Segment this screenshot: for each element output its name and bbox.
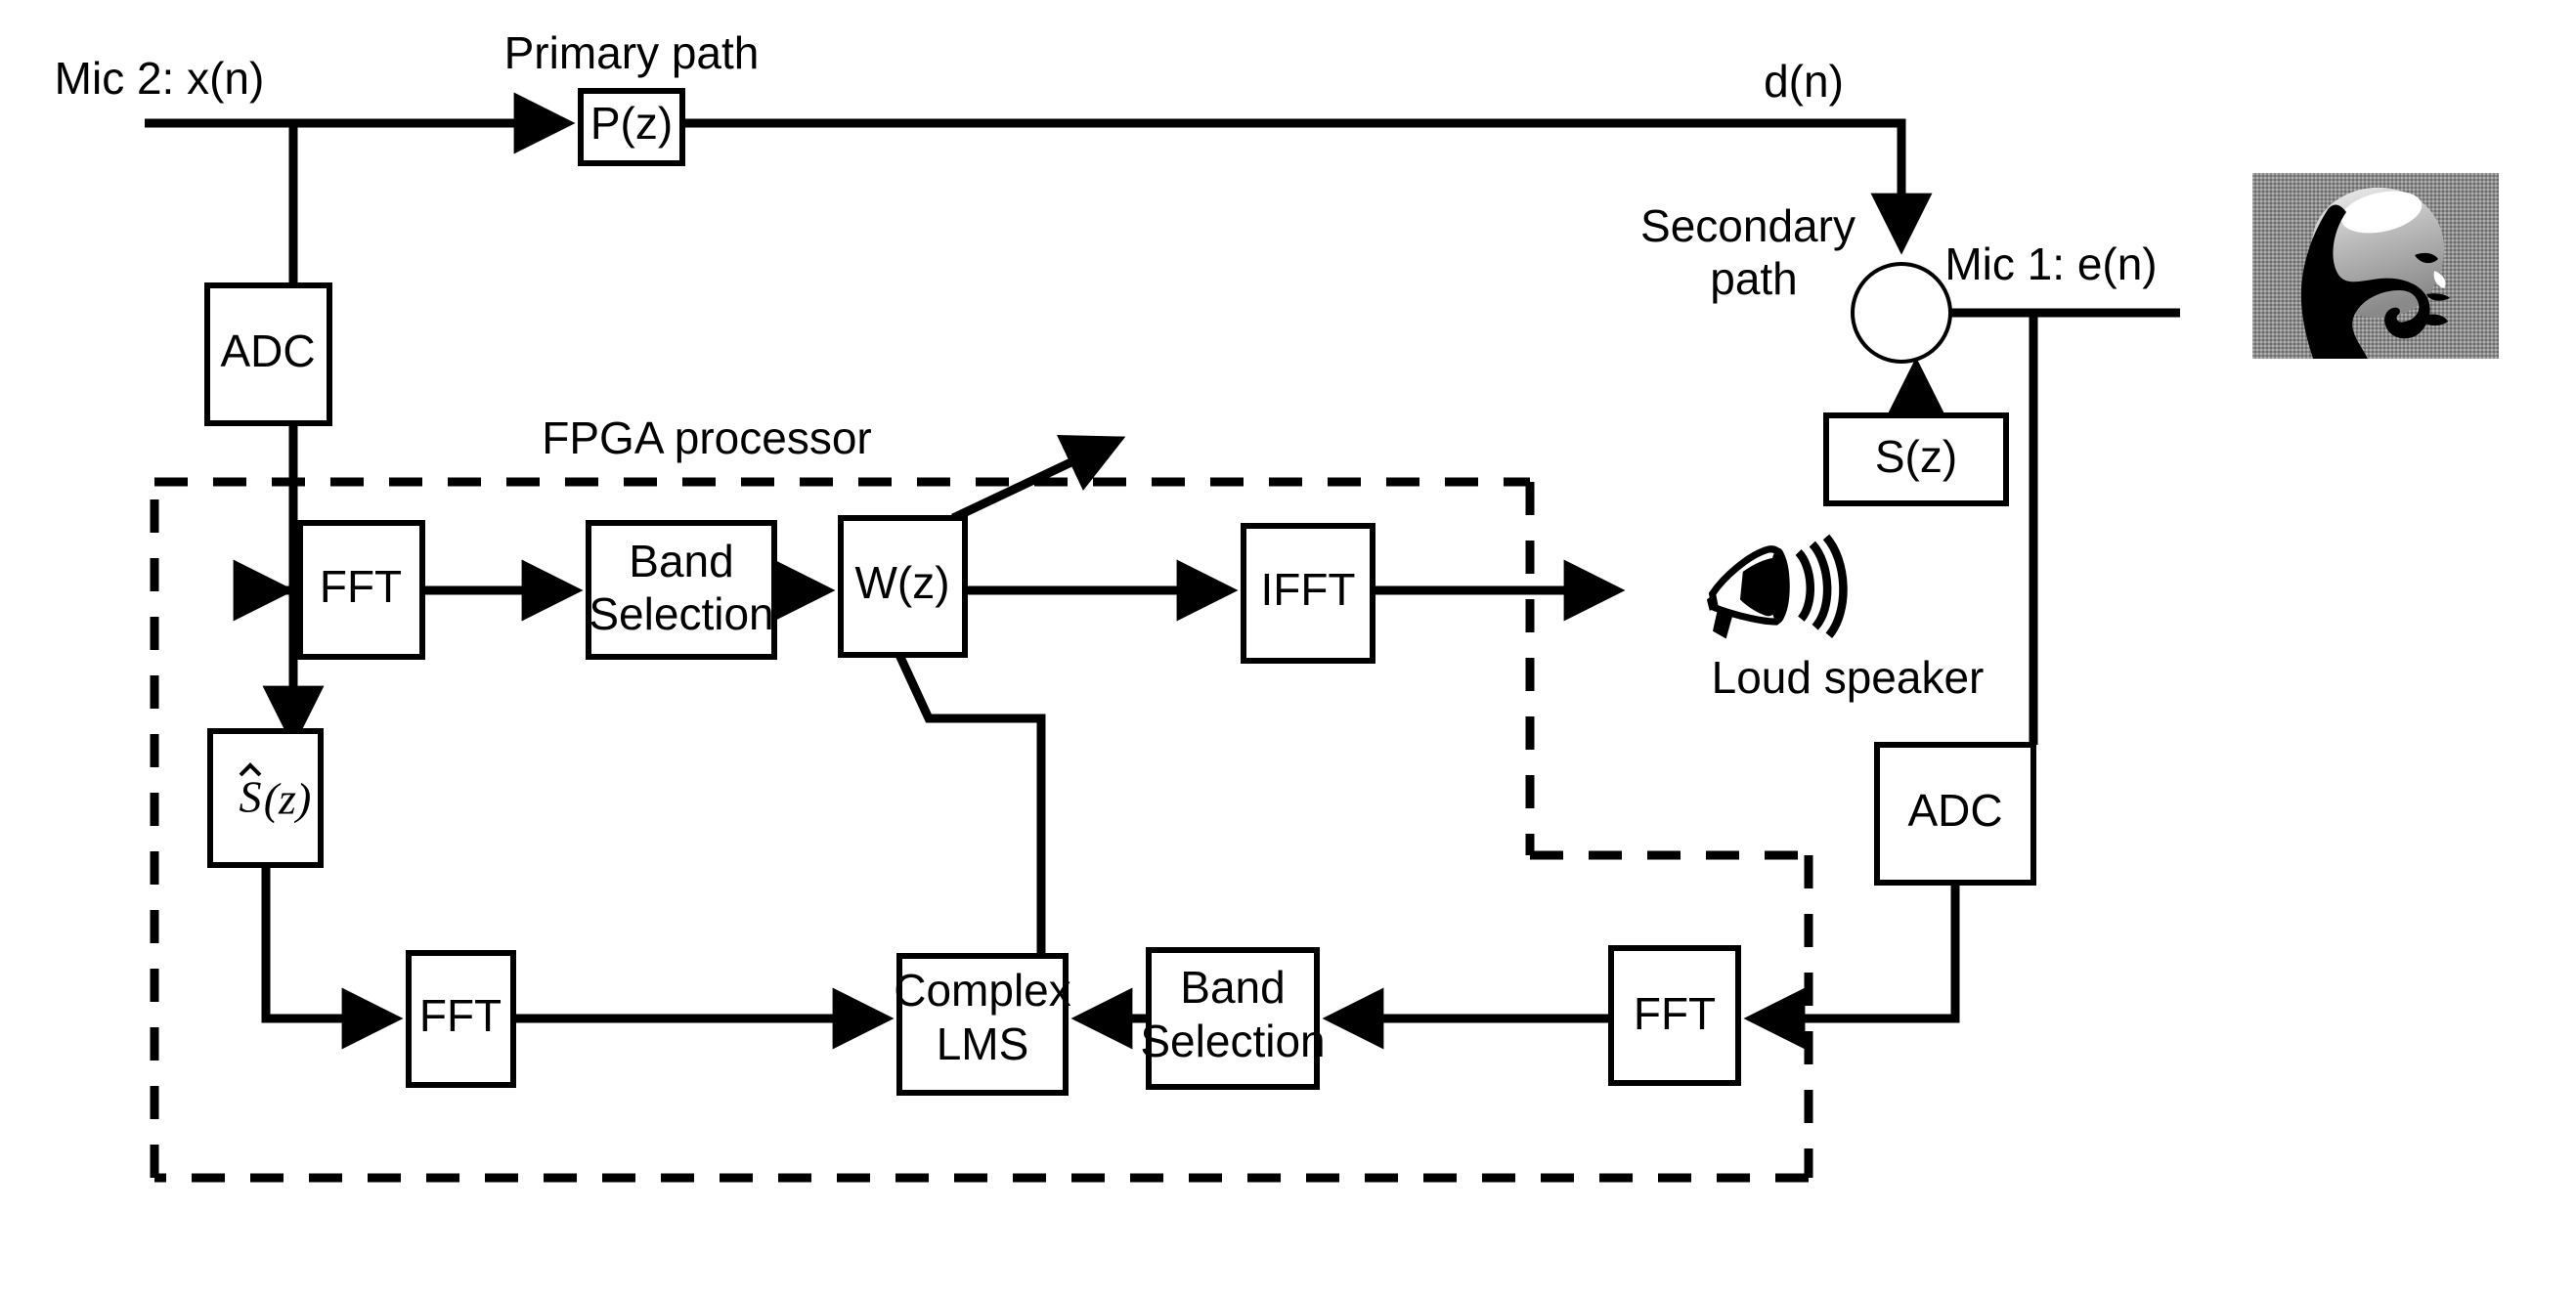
label-pz: P(z): [590, 98, 673, 149]
annotation-secondary-line1: Secondary: [1640, 200, 1856, 251]
label-adc-right: ADC: [1907, 785, 2002, 836]
label-band-bottom-line2: Selection: [1140, 1016, 1325, 1066]
label-band-top-line2: Selection: [589, 588, 773, 639]
label-fft-bottom-right: FFT: [1634, 988, 1716, 1039]
label-shat-main: S: [240, 772, 262, 822]
wire-adcright-to-fftbotright: [1743, 883, 1960, 1050]
loudspeaker-icon: [1706, 534, 1848, 639]
label-band-top-line1: Band: [629, 536, 733, 586]
label-wz: W(z): [854, 557, 949, 608]
annotation-loudspeaker: Loud speaker: [1712, 652, 1985, 703]
annotation-fpga-processor: FPGA processor: [542, 412, 871, 463]
label-band-bottom-line1: Band: [1180, 962, 1285, 1013]
annotation-dn: d(n): [1764, 56, 1844, 107]
annotation-primary-path: Primary path: [504, 27, 760, 78]
label-ifft: IFFT: [1260, 564, 1355, 615]
label-shat-arg: (z): [264, 774, 312, 824]
annotation-mic1: Mic 1: e(n): [1944, 238, 2157, 289]
diagram-canvas: P(z) ADC S(z) FFT Band Selection W(z) IF…: [0, 0, 2576, 1299]
label-fft-bottom-left: FFT: [419, 990, 502, 1041]
label-lms-line1: Complex: [894, 965, 1071, 1016]
annotation-mic2: Mic 2: x(n): [55, 53, 265, 104]
block-diagram: P(z) ADC S(z) FFT Band Selection W(z) IF…: [55, 27, 2180, 1183]
label-shat-z-group: S (z): [240, 762, 312, 824]
label-fft-top: FFT: [320, 561, 402, 612]
wire-shat-to-fftbotleft: [261, 865, 404, 1050]
label-sz: S(z): [1875, 431, 1957, 482]
human-head-profile-image: [2252, 173, 2499, 359]
annotation-secondary-line2: path: [1710, 253, 1798, 304]
summing-junction-circle: [1851, 262, 1952, 364]
label-lms-line2: LMS: [937, 1018, 1029, 1069]
wire-wz-to-lms-update: [895, 653, 1046, 956]
label-adc-left: ADC: [220, 325, 315, 376]
